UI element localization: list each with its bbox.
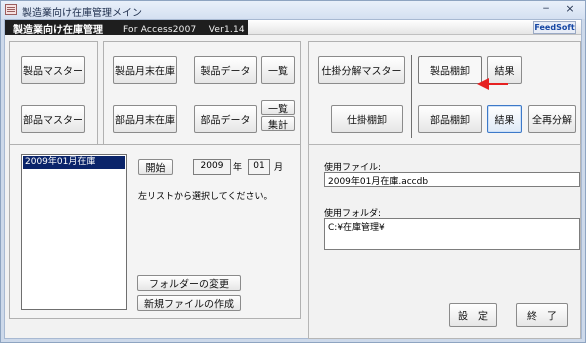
masters-group: 製品マスター 部品マスター (9, 41, 98, 151)
parts-month-end-button[interactable]: 部品月末在庫 (113, 105, 177, 133)
month-field[interactable]: 01 (248, 159, 270, 175)
header-strip: 製造業向け在庫管理 For Access2007 Ver1.14 FeedSof… (5, 20, 581, 36)
product-list-button[interactable]: 一覧 (261, 56, 295, 84)
minimize-button[interactable]: − (537, 2, 555, 17)
settings-button[interactable]: 設 定 (449, 303, 497, 327)
parts-total-button[interactable]: 集計 (261, 116, 295, 131)
month-label: 月 (274, 163, 284, 173)
parts-inventory-button[interactable]: 部品棚卸 (418, 105, 482, 133)
product-master-button[interactable]: 製品マスター (21, 56, 85, 84)
change-folder-button[interactable]: フォルダーの変更 (137, 275, 241, 291)
main-window: 製造業向け在庫管理メイン − × 製造業向け在庫管理 For Access200… (0, 0, 586, 343)
pointer-arrow (487, 83, 508, 85)
file-settings-group: 使用ファイル: 2009年01月在庫.accdb 使用フォルダ: C:¥在庫管理… (308, 144, 581, 339)
full-decompose-button[interactable]: 全再分解 (528, 105, 576, 133)
title-bar: 製造業向け在庫管理メイン − × (1, 1, 585, 19)
month-list[interactable]: 2009年01月在庫 (21, 154, 127, 310)
product-inventory-button[interactable]: 製品棚卸 (418, 56, 482, 84)
parts-master-button[interactable]: 部品マスター (21, 105, 85, 133)
selection-instruction: 左リストから選択してください。 (138, 192, 273, 202)
window-title: 製造業向け在庫管理メイン (22, 8, 142, 19)
wip-master-button[interactable]: 仕掛分解マスター (318, 56, 405, 84)
year-field[interactable]: 2009 (193, 159, 231, 175)
product-month-end-button[interactable]: 製品月末在庫 (113, 56, 177, 84)
month-selection-group: 2009年01月在庫 開始 2009 年 01 月 左リストから選択してください… (9, 144, 301, 319)
feedsoft-link[interactable]: FeedSoft (533, 21, 576, 34)
folder-path-field[interactable]: C:¥在庫管理¥ (324, 218, 580, 250)
product-data-button[interactable]: 製品データ (194, 56, 257, 84)
new-file-button[interactable]: 新規ファイルの作成 (137, 295, 241, 311)
app-version: For Access2007 Ver1.14 (123, 25, 245, 35)
parts-data-button[interactable]: 部品データ (194, 105, 257, 133)
file-path-field[interactable]: 2009年01月在庫.accdb (324, 172, 580, 187)
parts-result-button[interactable]: 結果 (487, 105, 522, 133)
year-label: 年 (233, 163, 243, 173)
close-button[interactable]: × (561, 2, 579, 17)
app-header: 製造業向け在庫管理 For Access2007 Ver1.14 (5, 20, 248, 36)
pointer-arrow-head (477, 78, 489, 90)
product-result-button[interactable]: 結果 (487, 56, 522, 84)
group-divider (411, 55, 412, 138)
month-list-item[interactable]: 2009年01月在庫 (23, 156, 125, 169)
app-name: 製造業向け在庫管理 (13, 25, 103, 36)
exit-button[interactable]: 終 了 (516, 303, 568, 327)
window-app-icon (5, 4, 17, 15)
form-content: 製造業向け在庫管理 For Access2007 Ver1.14 FeedSof… (4, 19, 582, 339)
inventory-operations-group: 仕掛分解マスター 仕掛棚卸 製品棚卸 結果 部品棚卸 結果 全再分解 (308, 41, 581, 151)
inventory-data-group: 製品月末在庫 部品月末在庫 製品データ 一覧 部品データ 一覧 集計 (103, 41, 301, 151)
start-button[interactable]: 開始 (138, 159, 173, 175)
wip-inventory-button[interactable]: 仕掛棚卸 (331, 105, 403, 133)
parts-list-button[interactable]: 一覧 (261, 100, 295, 115)
